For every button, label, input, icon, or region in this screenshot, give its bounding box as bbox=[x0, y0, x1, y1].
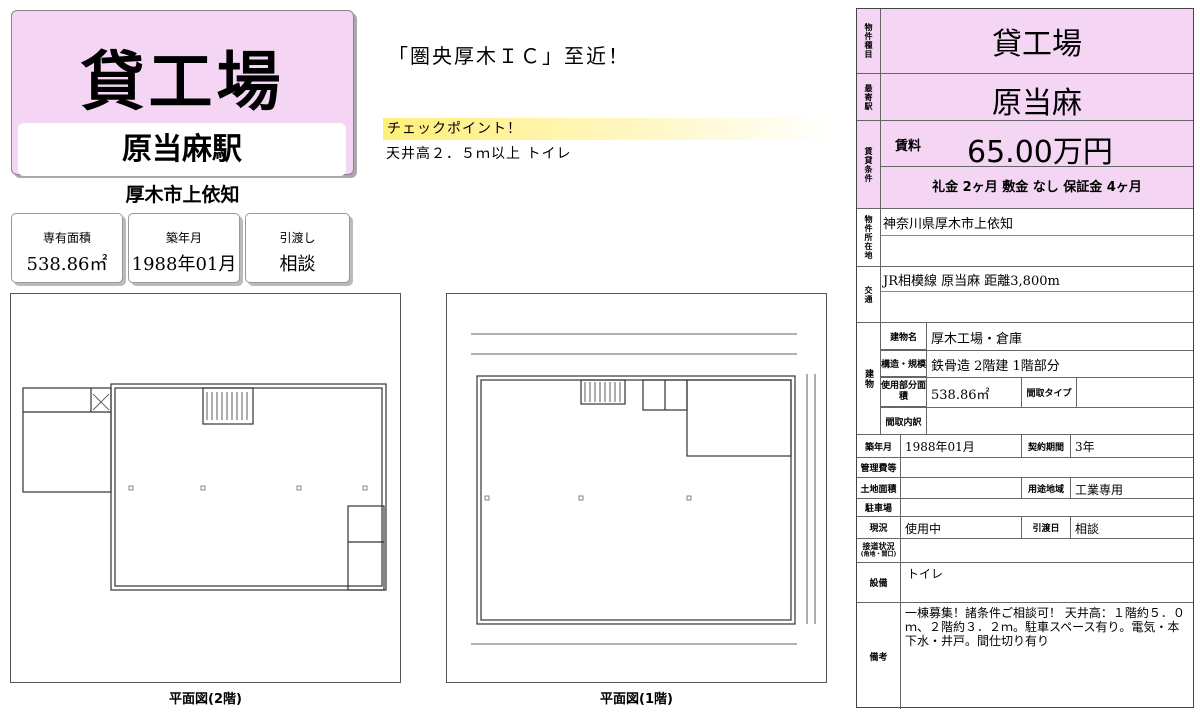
divider bbox=[881, 291, 1193, 292]
transport-value: JR相模線 原当麻 距離3,800m bbox=[883, 274, 1060, 289]
property-type-title: 貸工場 bbox=[80, 45, 285, 120]
row-transport: 交通 JR相模線 原当麻 距離3,800m bbox=[857, 267, 1193, 323]
checkpoint-title: チェックポイント！ bbox=[383, 118, 835, 140]
rent-value: 65.00万円 bbox=[967, 135, 1113, 170]
remarks-label: 備考 bbox=[857, 603, 901, 709]
remarks-value: 一棟募集！諸条件ご相談可！ 天井高：１階約５．０ｍ、２階約３．２ｍ。駐車スペース… bbox=[905, 606, 1185, 648]
area-value: 538.86㎡ bbox=[931, 388, 990, 403]
divider bbox=[881, 350, 1193, 351]
divider bbox=[881, 407, 1193, 408]
transport-label: 交通 bbox=[857, 267, 881, 322]
location-label: 物件所在地 bbox=[857, 209, 881, 266]
row-built: 築年月 1988年01月 契約期間 3年 bbox=[857, 435, 1193, 458]
row-status: 現況 使用中 引渡日 相談 bbox=[857, 517, 1193, 539]
row-mgmt: 管理費等 bbox=[857, 458, 1193, 478]
equip-value: トイレ bbox=[907, 567, 944, 581]
title-box: 貸工場 原当麻駅 bbox=[11, 10, 354, 176]
layout-type-label: 間取タイプ bbox=[1021, 377, 1077, 407]
headline: 「圏央厚木ＩＣ」至近！ bbox=[388, 44, 630, 68]
info-label: 専有面積 bbox=[42, 231, 91, 245]
bname-value: 厚木工場・倉庫 bbox=[931, 332, 1023, 347]
road-label-cell: 接道状況 (角地・間口) bbox=[857, 539, 901, 562]
info-card-handover: 引渡し 相談 bbox=[245, 213, 350, 283]
row-rent: 賃貸条件 賃料 65.00万円 礼金 2ヶ月 敷金 なし 保証金 4ヶ月 bbox=[857, 121, 1193, 209]
zoning-value: 工業専用 bbox=[1075, 483, 1124, 497]
area-label: 使用部分面積 bbox=[881, 377, 927, 407]
info-label: 築年月 bbox=[165, 231, 202, 245]
row-building: 建物 建物名 厚木工場・倉庫 構造・規模 鉄骨造 2階建 1階部分 使用部分面積… bbox=[857, 323, 1193, 435]
row-equipment: 設備 トイレ bbox=[857, 563, 1193, 603]
floor-plan-1f bbox=[446, 293, 827, 683]
bname-label: 建物名 bbox=[881, 323, 927, 350]
station-value: 原当麻 bbox=[992, 86, 1082, 121]
status-label: 現況 bbox=[857, 517, 901, 538]
rent-label: 賃貸条件 bbox=[857, 121, 881, 208]
land-label: 土地面積 bbox=[857, 478, 901, 498]
info-value: 1988年01月 bbox=[131, 254, 237, 275]
type-label: 物件種目 bbox=[857, 9, 881, 73]
info-value: 相談 bbox=[279, 254, 316, 275]
plan-caption-2f: 平面図(2階) bbox=[169, 692, 242, 707]
info-value: 538.86㎡ bbox=[26, 254, 108, 275]
row-type: 物件種目 貸工場 bbox=[857, 9, 1193, 74]
built-label: 築年月 bbox=[857, 435, 901, 457]
row-station: 最寄駅 原当麻 bbox=[857, 74, 1193, 121]
struct-value: 鉄骨造 2階建 1階部分 bbox=[931, 359, 1060, 374]
info-card-area: 専有面積 538.86㎡ bbox=[11, 213, 123, 283]
type-value: 貸工場 bbox=[992, 27, 1082, 62]
row-location: 物件所在地 神奈川県厚木市上依知 bbox=[857, 209, 1193, 267]
info-label: 引渡し bbox=[279, 231, 316, 245]
layout-detail-label: 間取内訳 bbox=[881, 407, 927, 435]
property-spec-sheet: 物件種目 貸工場 最寄駅 原当麻 賃貸条件 賃料 65.00万円 礼金 2ヶ月 … bbox=[856, 8, 1194, 709]
plan-caption-1f: 平面図(1階) bbox=[600, 692, 673, 707]
floor-plan-1f-drawing bbox=[471, 333, 816, 645]
status-value: 使用中 bbox=[905, 522, 942, 536]
row-remarks: 備考 一棟募集！諸条件ご相談可！ 天井高：１階約５．０ｍ、２階約３．２ｍ。駐車ス… bbox=[857, 603, 1193, 709]
parking-label: 駐車場 bbox=[857, 499, 901, 516]
building-label: 建物 bbox=[857, 323, 881, 434]
road-sub-label: (角地・間口) bbox=[860, 550, 897, 558]
struct-label: 構造・規模 bbox=[881, 350, 927, 377]
contract-value: 3年 bbox=[1075, 440, 1095, 454]
address-short: 厚木市上依知 bbox=[125, 184, 240, 206]
checkpoint-text: 天井高２．５ｍ以上 トイレ bbox=[386, 146, 572, 162]
rent-amount-cell: 賃料 65.00万円 bbox=[881, 121, 1193, 170]
row-road: 接道状況 (角地・間口) bbox=[857, 539, 1193, 563]
row-land: 土地面積 用途地域 工業専用 bbox=[857, 478, 1193, 499]
floor-plan-2f-drawing bbox=[22, 383, 387, 591]
equip-label: 設備 bbox=[857, 563, 901, 602]
handover-label: 引渡日 bbox=[1021, 517, 1071, 538]
station-title: 原当麻駅 bbox=[18, 123, 346, 176]
row-parking: 駐車場 bbox=[857, 499, 1193, 517]
handover-value: 相談 bbox=[1075, 522, 1100, 536]
floor-plan-2f bbox=[10, 293, 401, 683]
station-label: 最寄駅 bbox=[857, 74, 881, 120]
info-card-built: 築年月 1988年01月 bbox=[128, 213, 240, 283]
divider bbox=[881, 235, 1193, 236]
location-value: 神奈川県厚木市上依知 bbox=[883, 217, 1014, 232]
built-value: 1988年01月 bbox=[905, 440, 975, 454]
contract-label: 契約期間 bbox=[1021, 435, 1071, 457]
zoning-label: 用途地域 bbox=[1021, 478, 1071, 498]
fees: 礼金 2ヶ月 敷金 なし 保証金 4ヶ月 bbox=[932, 180, 1142, 195]
rent-sub-label: 賃料 bbox=[895, 139, 922, 154]
mgmt-label: 管理費等 bbox=[857, 458, 901, 477]
